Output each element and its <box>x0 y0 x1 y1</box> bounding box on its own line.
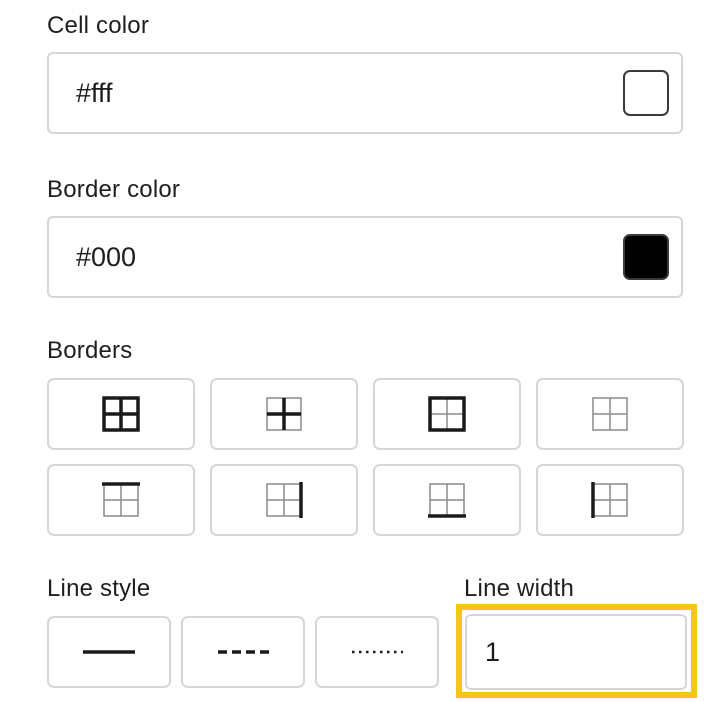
line-style-dotted-button[interactable] <box>315 616 439 688</box>
cell-color-value[interactable]: #fff <box>76 78 113 109</box>
border-color-label: Border color <box>47 176 181 203</box>
right-border-icon <box>266 482 303 518</box>
border-color-swatch[interactable] <box>623 234 669 280</box>
borders-label: Borders <box>47 337 133 364</box>
line-style-solid-button[interactable] <box>47 616 171 688</box>
line-width-input[interactable] <box>465 614 687 690</box>
bottom-border-button[interactable] <box>373 464 521 536</box>
outer-borders-button[interactable] <box>373 378 521 450</box>
solid-line-icon <box>83 650 135 654</box>
right-border-button[interactable] <box>210 464 358 536</box>
cell-color-label: Cell color <box>47 12 150 39</box>
top-border-button[interactable] <box>47 464 195 536</box>
top-border-icon <box>102 482 140 517</box>
left-border-button[interactable] <box>536 464 684 536</box>
dotted-line-icon <box>352 650 403 654</box>
dashed-line-icon <box>218 650 269 654</box>
all-borders-button[interactable] <box>47 378 195 450</box>
inner-borders-button[interactable] <box>210 378 358 450</box>
no-borders-button[interactable] <box>536 378 684 450</box>
border-color-value[interactable]: #000 <box>76 242 136 273</box>
left-border-icon <box>591 482 628 518</box>
inner-borders-icon <box>266 397 302 431</box>
all-borders-icon <box>102 396 140 432</box>
outer-borders-icon <box>428 396 466 432</box>
bottom-border-icon <box>428 483 466 518</box>
border-color-field[interactable]: #000 <box>47 216 683 298</box>
no-borders-icon <box>592 397 628 431</box>
line-width-label: Line width <box>464 575 575 602</box>
line-style-label: Line style <box>47 575 151 602</box>
cell-color-field[interactable]: #fff <box>47 52 683 134</box>
line-style-dashed-button[interactable] <box>181 616 305 688</box>
cell-color-swatch[interactable] <box>623 70 669 116</box>
